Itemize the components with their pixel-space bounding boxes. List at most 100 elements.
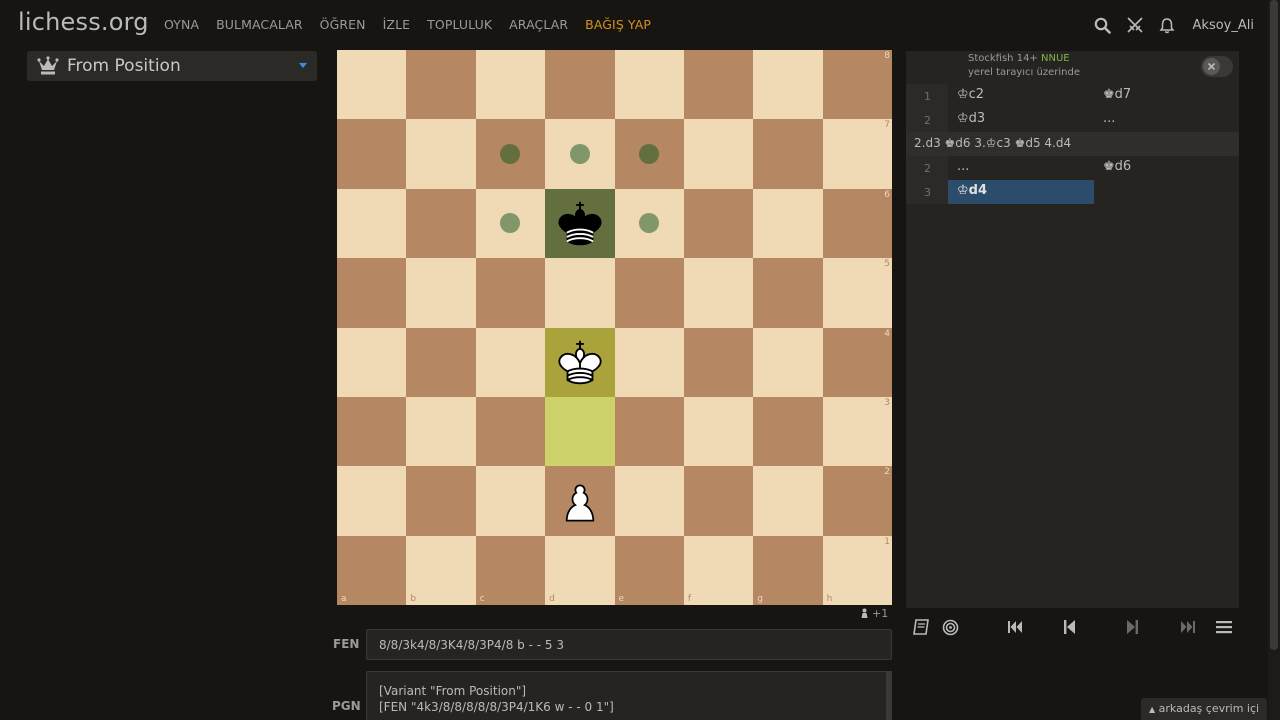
book-icon[interactable] [910,616,932,638]
prev-move-icon[interactable] [1058,616,1080,638]
square-g5[interactable] [753,258,823,328]
move-white[interactable]: ♔c2 [948,84,1094,108]
square-b7[interactable] [406,119,476,189]
square-a8[interactable] [337,50,407,120]
square-a1[interactable]: a [337,535,407,605]
engine-toggle[interactable] [1201,56,1233,77]
fen-input[interactable]: 8/8/3k4/8/3K4/8/3P4/8 b - - 5 3 [366,629,892,660]
move-white[interactable]: ... [948,156,1094,180]
square-f5[interactable] [683,258,754,328]
nav-tools[interactable]: ARAÇLAR [509,17,568,32]
square-f7[interactable] [683,119,754,189]
square-g4[interactable] [753,327,823,397]
chess-board[interactable]: 87654 32 abcdefg1h [337,50,892,605]
nnue-badge: NNUE [1041,53,1070,64]
square-h3[interactable]: 3 [822,396,892,467]
white-king-piece[interactable] [545,328,614,397]
square-d8[interactable] [545,50,615,120]
square-b2[interactable] [406,466,476,536]
site-logo[interactable]: lichess.org [18,8,149,36]
move-black[interactable]: ♚d7 [1094,84,1239,108]
square-g8[interactable] [753,50,823,120]
white-pawn-piece[interactable] [545,466,614,535]
search-icon[interactable] [1093,15,1113,35]
square-h5[interactable]: 5 [822,258,892,328]
nav-puzzles[interactable]: BULMACALAR [216,17,303,32]
nav-watch[interactable]: İZLE [383,17,411,32]
square-h1[interactable]: 1h [822,535,892,605]
square-c1[interactable]: c [475,535,546,605]
square-f3[interactable] [683,396,754,467]
user-menu[interactable]: Aksoy_Ali [1193,18,1254,33]
square-h4[interactable]: 4 [822,327,892,397]
square-c2[interactable] [475,466,546,536]
move-black[interactable]: ... [1094,108,1239,132]
square-h8[interactable]: 8 [822,50,892,120]
square-a2[interactable] [337,466,407,536]
nav-community[interactable]: TOPLULUK [427,17,492,32]
square-e8[interactable] [614,50,684,120]
next-move-icon[interactable] [1122,616,1144,638]
square-d1[interactable]: d [545,535,615,605]
square-g2[interactable] [753,466,823,536]
move-variation[interactable]: 2.d3 ♚d6 3.♔c3 ♚d5 4.d4 [906,132,1239,156]
square-g6[interactable] [753,188,823,259]
rank-label: 4 [884,328,890,339]
square-a4[interactable] [337,327,407,397]
square-b1[interactable]: b [406,535,476,605]
square-c8[interactable] [475,50,546,120]
square-f2[interactable] [683,466,754,536]
black-king-piece[interactable] [545,189,614,258]
square-b6[interactable] [406,188,476,259]
square-h7[interactable]: 7 [822,119,892,189]
move-dot-d7[interactable] [569,144,590,165]
square-b4[interactable] [406,327,476,397]
variant-selector[interactable]: From Position [27,51,317,81]
target-icon[interactable] [939,616,961,638]
first-move-icon[interactable] [1004,616,1026,638]
nav-learn[interactable]: ÖĞREN [320,17,366,32]
square-b5[interactable] [406,258,476,328]
page-scrollbar[interactable] [1268,0,1280,720]
square-g1[interactable]: g [753,535,823,605]
nav-play[interactable]: OYNA [164,17,199,32]
square-a3[interactable] [337,396,407,467]
square-e5[interactable] [614,258,684,328]
square-d3[interactable] [545,396,615,467]
square-e3[interactable] [614,396,684,467]
move-black[interactable]: ♚d6 [1094,156,1239,180]
square-c3[interactable] [475,396,546,467]
square-c4[interactable] [475,327,546,397]
move-black[interactable] [1094,180,1239,204]
square-e4[interactable] [614,327,684,397]
square-d5[interactable] [545,258,615,328]
square-b3[interactable] [406,396,476,467]
nav-donate[interactable]: BAĞIŞ YAP [585,17,651,32]
square-f1[interactable]: f [683,535,754,605]
square-f6[interactable] [683,188,754,259]
square-a5[interactable] [337,258,407,328]
square-g3[interactable] [753,396,823,467]
square-a7[interactable] [337,119,407,189]
last-move-icon[interactable] [1177,616,1199,638]
swords-icon[interactable] [1125,15,1145,35]
menu-icon[interactable] [1213,616,1235,638]
move-white[interactable]: ♔d3 [948,108,1094,132]
pgn-scrollbar[interactable] [886,671,892,720]
square-e2[interactable] [614,466,684,536]
square-b8[interactable] [406,50,476,120]
square-a6[interactable] [337,188,407,259]
square-h2[interactable]: 2 [822,466,892,536]
square-e1[interactable]: e [614,535,684,605]
move-white-current[interactable]: ♔d4 [948,180,1094,204]
scroll-thumb[interactable] [1270,0,1278,650]
square-f4[interactable] [683,327,754,397]
pgn-textarea[interactable]: [Variant "From Position"] [FEN "4k3/8/8/… [366,671,888,720]
material-value: +1 [872,607,889,620]
square-h6[interactable]: 6 [822,188,892,259]
square-f8[interactable] [683,50,754,120]
bell-icon[interactable] [1157,15,1177,35]
friends-online-button[interactable]: ▲ arkadaş çevrim içi [1141,698,1267,720]
square-c5[interactable] [475,258,546,328]
square-g7[interactable] [753,119,823,189]
